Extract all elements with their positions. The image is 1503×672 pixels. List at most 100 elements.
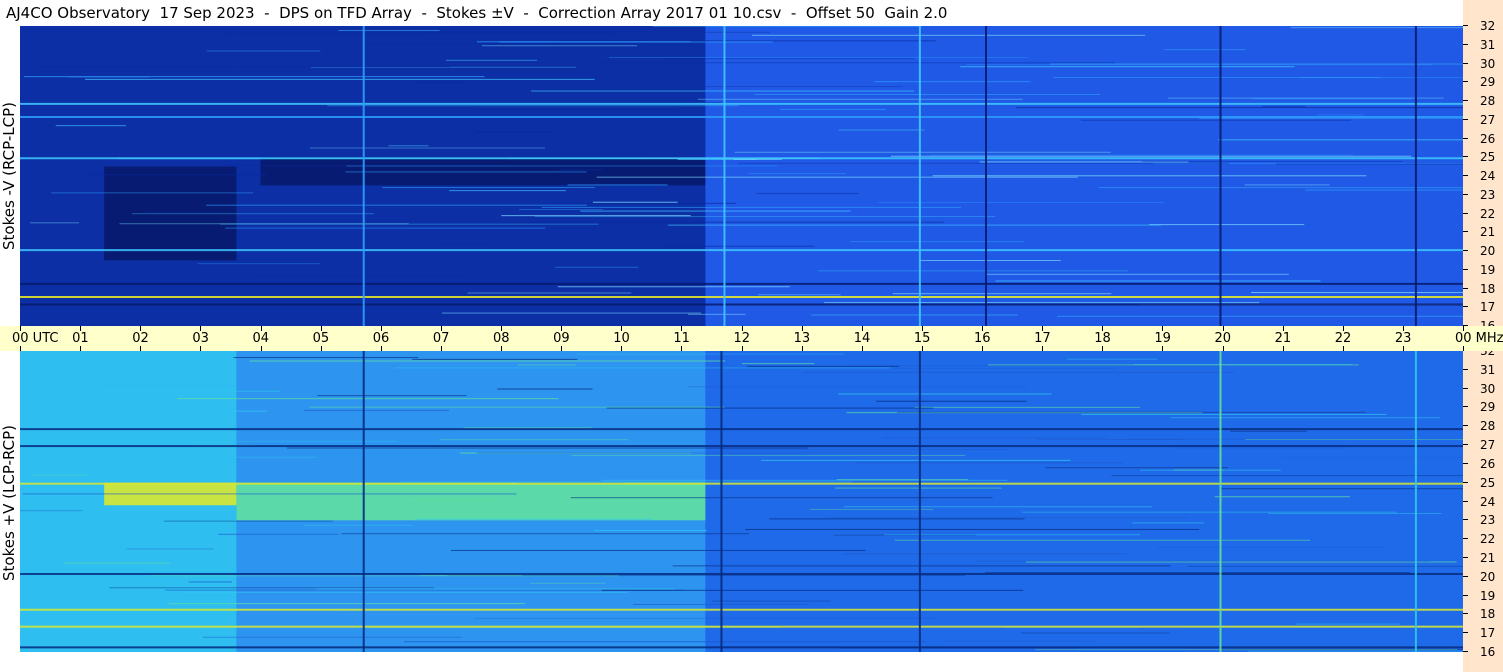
tick-mark [1463, 212, 1468, 214]
horizontal-interference-line [20, 445, 1463, 448]
rfi-streak [517, 364, 576, 366]
tick-mark [1463, 519, 1468, 521]
utc-tick-mark [501, 346, 502, 351]
utc-tick-label: 01 [72, 331, 89, 346]
frequency-tick-label: 23 [1480, 513, 1496, 528]
utc-tick-mark [1162, 346, 1164, 351]
tick-mark [1463, 25, 1468, 26]
rfi-streak [287, 447, 808, 449]
rfi-streak [1057, 315, 1463, 317]
frequency-tick-label: 31 [1480, 362, 1496, 377]
frequency-tick-label: 28 [1480, 94, 1496, 108]
tick-mark [1463, 118, 1468, 120]
tick-mark [1463, 425, 1468, 427]
spectrogram-region [260, 157, 706, 186]
rfi-streak [914, 406, 1140, 408]
rfi-streak [1045, 467, 1229, 469]
rfi-streak [1020, 632, 1170, 634]
utc-tick-mark [1102, 346, 1104, 351]
utc-tick-label: 14 [853, 331, 871, 346]
rfi-streak [741, 363, 815, 365]
frequency-tick-label: 18 [1480, 607, 1496, 622]
rfi-streak [688, 313, 746, 315]
rfi-streak [534, 216, 996, 218]
frequency-tick-label: 29 [1480, 400, 1496, 415]
rfi-streak [596, 176, 1078, 178]
utc-tick-label: 17 [1034, 331, 1051, 346]
utc-tick-mark [200, 346, 202, 351]
utc-tick-mark [681, 346, 683, 351]
rfi-streak [809, 508, 934, 510]
rfi-streak [1053, 77, 1381, 79]
rfi-streak [476, 41, 691, 43]
utc-tick-label: 03 [192, 331, 209, 346]
rfi-streak [1038, 438, 1183, 440]
frequency-tick-label: 28 [1480, 419, 1496, 434]
frequency-tick-label: 20 [1480, 244, 1496, 258]
rfi-streak [748, 173, 847, 175]
utc-tick-label: 05 [312, 331, 330, 346]
utc-tick-label: 06 [372, 331, 390, 346]
utc-tick-mark [140, 326, 142, 331]
frequency-tick-label: 17 [1480, 626, 1496, 641]
rfi-streak [206, 50, 321, 52]
rfi-streak [1221, 488, 1463, 490]
utc-tick-mark [440, 346, 442, 351]
rfi-streak [30, 222, 80, 224]
tick-mark [1463, 444, 1468, 446]
horizontal-interference-line [20, 116, 1463, 118]
top-panel-ylabel: Stokes -V (RCP-LCP) [0, 102, 18, 250]
horizontal-interference-line [20, 428, 1463, 431]
rfi-streak [31, 474, 88, 476]
vertical-interference-line [1219, 26, 1222, 326]
rfi-streak [672, 565, 1171, 567]
frequency-tick-label: 20 [1480, 569, 1496, 584]
rfi-streak [1171, 447, 1349, 449]
utc-tick-mark [140, 346, 142, 351]
rfi-streak [1173, 469, 1224, 471]
top-spectrogram [20, 26, 1463, 326]
rfi-streak [303, 524, 413, 526]
utc-time-axis: 00 UTC 01 02 03 04 05 06 07 08 09 10 11 12 13 14 15 16 17… [0, 326, 1503, 351]
spectrogram-region [236, 482, 706, 521]
rfi-streak [197, 263, 320, 265]
rfi-streak [435, 243, 490, 245]
rfi-streak [531, 90, 915, 92]
bottom-frequency-axis: 32 31 30 29 28 27 26 25 24 23 22 21 20 19 18 17 16 [1463, 345, 1503, 672]
vertical-interference-line [723, 26, 726, 326]
rfi-streak [1214, 496, 1350, 498]
utc-tick-mark [801, 346, 803, 351]
rfi-streak [802, 371, 1234, 373]
rfi-streak [414, 81, 470, 83]
frequency-tick-label: 16 [1480, 645, 1496, 659]
frequency-tick-label: 26 [1480, 456, 1496, 471]
rfi-streak [593, 530, 708, 532]
utc-tick-mark [921, 326, 923, 331]
rfi-streak [126, 548, 214, 550]
rfi-streak [1164, 49, 1246, 51]
rfi-streak [528, 221, 944, 223]
rfi-streak [353, 43, 642, 45]
frequency-tick-label: 19 [1480, 262, 1496, 277]
rfi-streak [752, 34, 1146, 36]
rfi-streak [249, 360, 726, 362]
rfi-streak [1247, 650, 1463, 652]
tick-mark [1463, 613, 1468, 615]
frequency-tick-label: 26 [1480, 131, 1496, 146]
frequency-tick-label: 31 [1480, 37, 1496, 52]
rfi-streak [317, 395, 467, 397]
rfi-streak [132, 213, 374, 215]
utc-tick-mark [20, 326, 21, 331]
utc-tick-label: 13 [793, 331, 811, 346]
rfi-streak [1296, 623, 1401, 625]
tick-mark [1463, 368, 1468, 370]
tick-mark [1463, 632, 1468, 634]
rfi-streak [476, 452, 913, 454]
utc-tick-mark [621, 326, 623, 331]
frequency-tick-label: 22 [1480, 206, 1496, 221]
rfi-streak [20, 510, 83, 512]
rfi-streak [606, 407, 933, 409]
rfi-streak [601, 589, 1024, 591]
tick-mark [1463, 287, 1468, 289]
rfi-streak [224, 456, 317, 458]
